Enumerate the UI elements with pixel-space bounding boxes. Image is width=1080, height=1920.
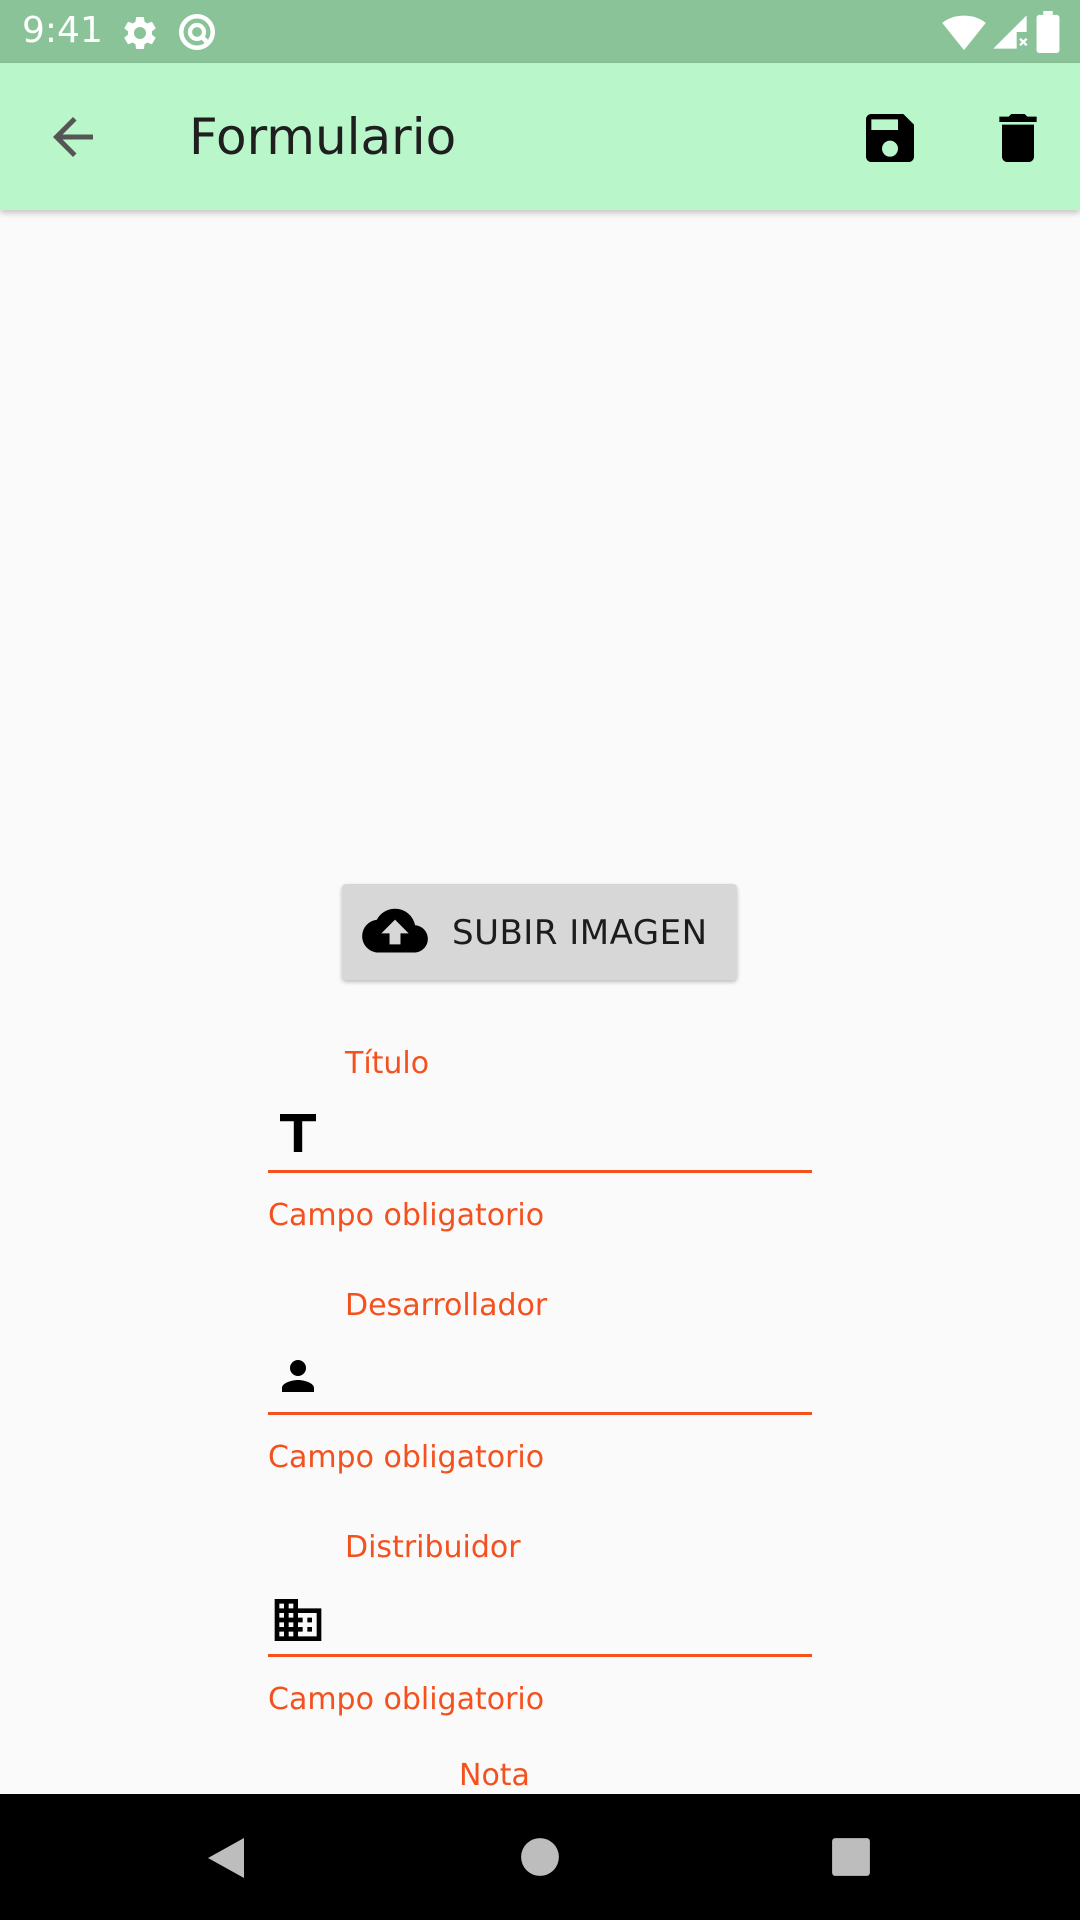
title-underline (268, 1170, 812, 1173)
distributor-error-text: Campo obligatorio (268, 1682, 545, 1717)
page-title: Formulario (189, 108, 457, 166)
title-field-label: Título (345, 1046, 430, 1081)
delete-icon[interactable] (986, 106, 1050, 170)
back-triangle-icon[interactable] (204, 1834, 248, 1882)
developer-underline (268, 1412, 812, 1415)
recents-square-icon[interactable] (830, 1836, 872, 1878)
developer-field-label: Desarrollador (345, 1288, 548, 1323)
distributor-field-label: Distribuidor (345, 1530, 521, 1565)
developer-input[interactable] (340, 1346, 800, 1402)
sync-icon (178, 13, 216, 51)
distributor-field: Distribuidor Campo obligatorio (268, 1524, 812, 1724)
upload-button-label: SUBIR IMAGEN (452, 913, 708, 953)
system-nav-bar (0, 1794, 1080, 1920)
battery-icon (1036, 11, 1060, 53)
app-bar: Formulario (0, 63, 1080, 210)
upload-image-button[interactable]: SUBIR IMAGEN (342, 884, 737, 980)
distributor-input[interactable] (340, 1588, 800, 1644)
image-preview-area (0, 210, 1080, 870)
wifi-icon (942, 15, 986, 51)
business-icon (274, 1599, 322, 1641)
title-field: Título Campo obligatorio (268, 1040, 812, 1240)
person-icon (282, 1360, 314, 1392)
save-icon[interactable] (858, 106, 922, 170)
back-arrow-icon[interactable] (38, 107, 108, 167)
title-error-text: Campo obligatorio (268, 1198, 545, 1233)
status-bar: 9:41 (0, 0, 1080, 63)
note-field-label: Nota (459, 1758, 530, 1793)
status-time: 9:41 (22, 10, 103, 51)
cloud-upload-icon (362, 908, 428, 953)
signal-icon (993, 15, 1028, 49)
home-circle-icon[interactable] (519, 1836, 561, 1878)
title-input[interactable] (340, 1104, 800, 1160)
developer-error-text: Campo obligatorio (268, 1440, 545, 1475)
title-text-icon (280, 1114, 316, 1152)
developer-field: Desarrollador Campo obligatorio (268, 1282, 812, 1482)
distributor-underline (268, 1654, 812, 1657)
gear-icon (124, 16, 156, 49)
